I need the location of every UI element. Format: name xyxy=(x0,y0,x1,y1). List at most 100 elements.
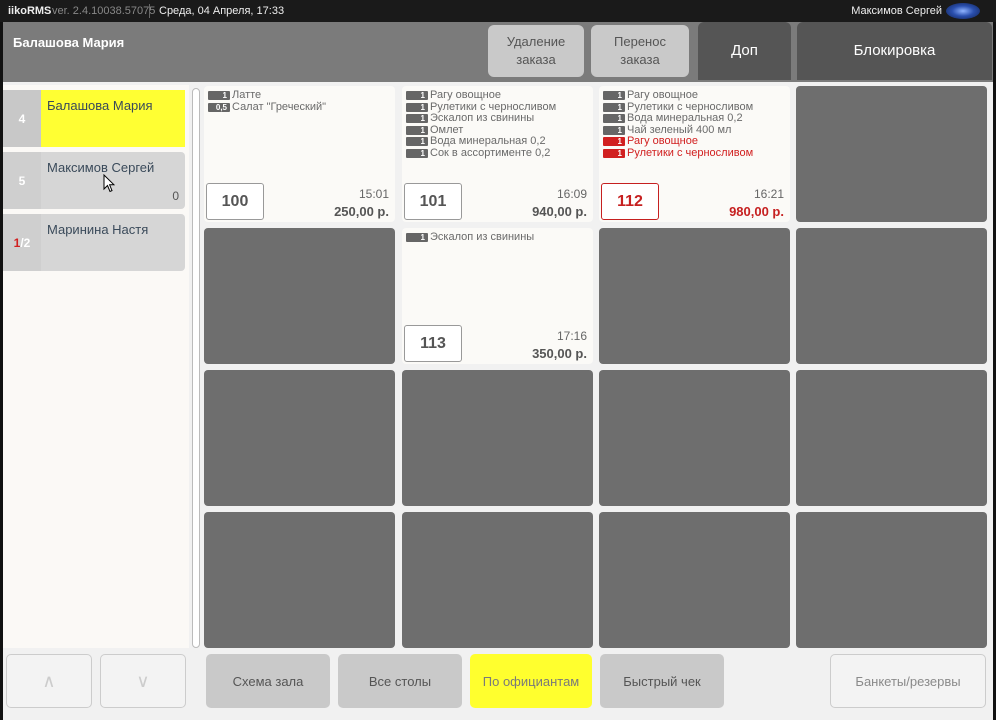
empty-order-slot xyxy=(796,228,987,364)
item-quantity-badge: 1 xyxy=(603,114,625,124)
item-quantity-badge: 1 xyxy=(208,91,230,100)
item-name: Рулетики с черносливом xyxy=(627,100,754,113)
item-name: Эскалоп из свинины xyxy=(430,231,535,243)
item-name: Вода минеральная 0,2 xyxy=(430,135,546,148)
order-card-100[interactable]: 1 Латте 0,5 Салат "Греческий" 100 15:01 250,00… xyxy=(204,86,395,222)
waiters-scrollbar[interactable] xyxy=(192,88,200,648)
order-sum: 980,00 р. xyxy=(729,204,784,219)
order-time: 17:16 xyxy=(556,329,587,343)
item-name: Эскалоп из свинины xyxy=(430,112,535,125)
current-datetime: Среда, 04 Апреля, 17:33 xyxy=(159,5,285,17)
empty-order-slot xyxy=(599,512,790,648)
delete-order-label-2: заказа xyxy=(516,52,556,67)
selected-waiter-name: Балашова Мария xyxy=(13,35,125,50)
empty-order-slot xyxy=(796,86,987,222)
app-version: ver. 2.4.10038.57075 xyxy=(52,5,156,17)
item-quantity-badge: 1 xyxy=(603,102,625,112)
item-quantity-badge: 1 xyxy=(603,148,625,158)
lock-button[interactable]: Блокировка xyxy=(797,22,992,80)
all-tables-button[interactable]: Все столы xyxy=(338,654,462,708)
waiter-row-balashova[interactable]: 4 Балашова Мария xyxy=(3,90,185,147)
empty-order-slot xyxy=(796,512,987,648)
move-order-label-2: заказа xyxy=(620,52,660,67)
item-name: Рагу овощное xyxy=(627,89,698,101)
item-name: Салат "Греческий" xyxy=(232,100,327,113)
delete-order-button[interactable]: Удаление заказа xyxy=(488,25,584,77)
waiter-table-count: 1/2 xyxy=(3,214,41,271)
order-card-101[interactable]: 1 Рагу овощное 1 Рулетики с черносливом 1 Эск… xyxy=(402,86,593,222)
empty-order-slot xyxy=(599,228,790,364)
waiter-row-maksimov[interactable]: 5 Максимов Сергей 0 xyxy=(3,152,185,209)
waiter-table-count: 4 xyxy=(3,90,41,147)
move-order-button[interactable]: Перенос заказа xyxy=(591,25,689,77)
waiter-table-total: /2 xyxy=(20,235,31,250)
title-bar: iikoRMS ver. 2.4.10038.57075 Среда, 04 А… xyxy=(0,0,996,22)
item-quantity-badge: 1 xyxy=(406,148,428,158)
quick-check-button[interactable]: Быстрый чек xyxy=(600,654,724,708)
hall-scheme-button[interactable]: Схема зала xyxy=(206,654,330,708)
order-time: 15:01 xyxy=(358,187,389,201)
mouse-cursor-icon xyxy=(103,174,115,193)
empty-order-slot xyxy=(204,370,395,506)
order-item: 1 Рулетики с черносливом xyxy=(603,146,786,160)
item-name: Чай зеленый 400 мл xyxy=(627,123,732,136)
waiter-name: Максимов Сергей xyxy=(47,160,155,175)
order-items-list: 1 Рагу овощное 1 Рулетики с черносливом 1 Вод… xyxy=(603,90,786,160)
item-name: Омлет xyxy=(430,123,464,136)
banquets-button[interactable]: Банкеты/резервы xyxy=(830,654,986,708)
order-card-113[interactable]: 1 Эскалоп из свинины 113 17:16 350,00 р. xyxy=(402,228,593,364)
move-order-label-1: Перенос xyxy=(614,34,666,49)
item-name: Рулетики с черносливом xyxy=(430,100,557,113)
empty-order-slot xyxy=(599,370,790,506)
order-items-list: 1 Эскалоп из свинины xyxy=(406,232,589,244)
app-name: iikoRMS xyxy=(8,5,52,17)
empty-order-slot xyxy=(402,512,593,648)
status-globe-icon xyxy=(946,3,980,19)
table-number: 113 xyxy=(404,325,462,362)
by-waiter-button[interactable]: По официантам xyxy=(470,654,592,708)
waiters-list: 4 Балашова Мария 5 Максимов Сергей 0 1/2… xyxy=(3,85,189,648)
order-sum: 250,00 р. xyxy=(334,204,389,219)
order-time: 16:09 xyxy=(556,187,587,201)
item-quantity-badge: 1 xyxy=(603,125,625,135)
order-sum: 350,00 р. xyxy=(532,346,587,361)
item-quantity-badge: 1 xyxy=(406,91,428,100)
order-item: 1 Сок в ассортименте 0,2 xyxy=(406,146,589,160)
item-quantity-badge: 1 xyxy=(406,114,428,124)
order-items-list: 1 Латте 0,5 Салат "Греческий" xyxy=(208,90,391,113)
scroll-down-button[interactable]: ∨ xyxy=(100,654,186,708)
item-name: Рагу овощное xyxy=(627,135,698,148)
title-divider xyxy=(149,4,150,18)
order-item: 1 Эскалоп из свинины xyxy=(406,232,589,244)
item-name: Рагу овощное xyxy=(430,89,501,101)
table-number: 101 xyxy=(404,183,462,220)
item-quantity-badge: 1 xyxy=(406,137,428,147)
item-name: Рулетики с черносливом xyxy=(627,146,754,159)
item-quantity-badge: 1 xyxy=(406,125,428,135)
order-card-112[interactable]: 1 Рагу овощное 1 Рулетики с черносливом 1 Вод… xyxy=(599,86,790,222)
header: Балашова Мария Удаление заказа Перенос з… xyxy=(3,22,993,82)
item-quantity-badge: 1 xyxy=(603,137,625,147)
order-item: 0,5 Салат "Греческий" xyxy=(208,100,391,114)
waiter-name: Балашова Мария xyxy=(47,98,153,113)
waiter-table-alert: 1 xyxy=(13,235,21,250)
current-user: Максимов Сергей xyxy=(851,5,942,17)
item-name: Латте xyxy=(232,89,262,101)
delete-order-label-1: Удаление xyxy=(506,34,566,49)
empty-order-slot xyxy=(402,370,593,506)
empty-order-slot xyxy=(204,228,395,364)
order-sum: 940,00 р. xyxy=(532,204,587,219)
waiter-table-count: 5 xyxy=(3,152,41,209)
empty-order-slot xyxy=(204,512,395,648)
item-quantity-badge: 0,5 xyxy=(208,102,230,112)
table-number: 100 xyxy=(206,183,264,220)
waiter-name: Маринина Настя xyxy=(47,222,149,237)
item-name: Сок в ассортименте 0,2 xyxy=(430,146,551,159)
empty-order-slot xyxy=(796,370,987,506)
waiter-row-marinina[interactable]: 1/2 Маринина Настя xyxy=(3,214,185,271)
waiter-order-count: 0 xyxy=(172,189,179,203)
table-number: 112 xyxy=(601,183,659,220)
order-time: 16:21 xyxy=(753,187,784,201)
extra-button[interactable]: Доп xyxy=(698,22,791,80)
scroll-up-button[interactable]: ∧ xyxy=(6,654,92,708)
